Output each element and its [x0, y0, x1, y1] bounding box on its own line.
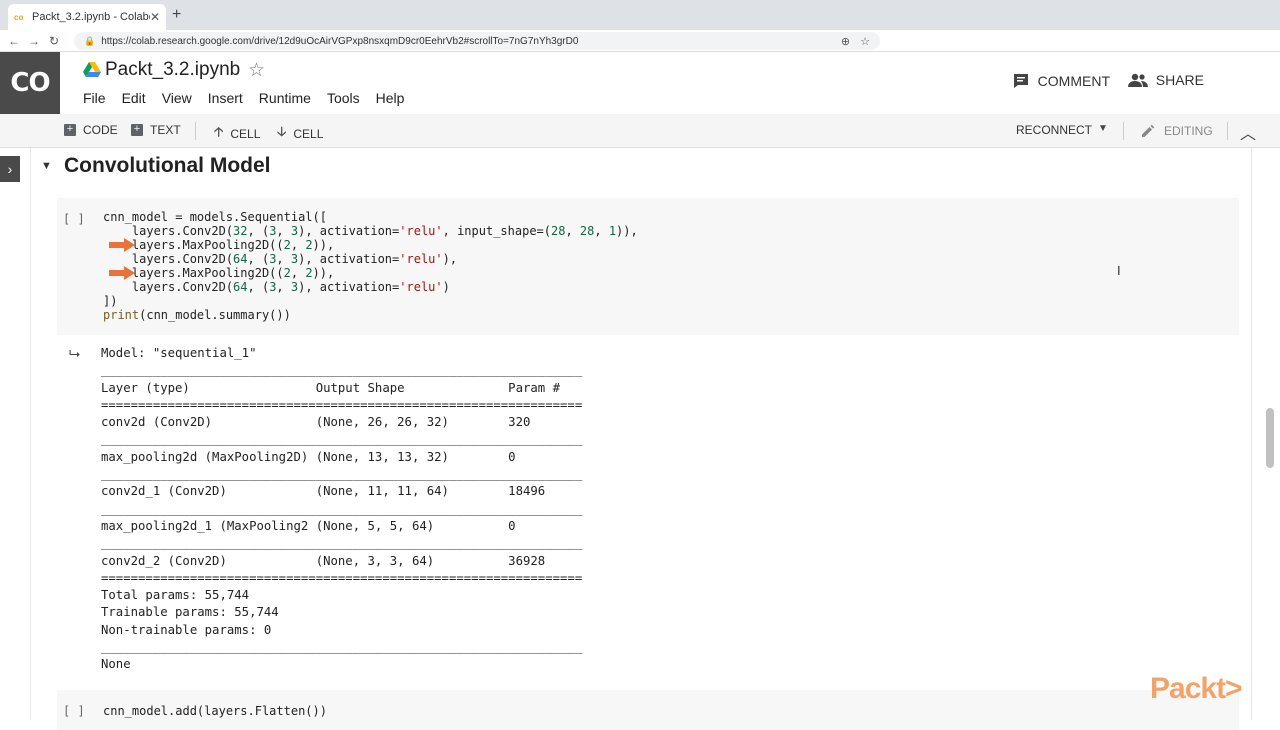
share-button[interactable]: SHARE: [1127, 72, 1204, 88]
packt-logo: Packt>: [1150, 672, 1243, 705]
add-code-button[interactable]: + CODE: [64, 123, 118, 137]
caret-down-icon[interactable]: ▼: [1098, 123, 1108, 134]
pencil-icon: [1142, 124, 1155, 137]
arrow-down-icon: 🡣: [277, 124, 287, 139]
output-clear-icon[interactable]: ⮡: [69, 345, 80, 362]
star-icon[interactable]: ☆: [248, 59, 265, 82]
colab-header: CO Packt_3.2.ipynb ☆ File Edit View Inse…: [0, 52, 1280, 114]
table-header: Layer (type) Output Shape Param #: [101, 380, 583, 395]
code-editor[interactable]: cnn_model = models.Sequential([ layers.C…: [103, 210, 638, 322]
address-bar: ← → ↻ 🔒 https://colab.research.google.co…: [0, 30, 1280, 52]
menu-edit[interactable]: Edit: [122, 90, 146, 106]
add-text-button[interactable]: + TEXT: [131, 123, 181, 137]
menu-runtime[interactable]: Runtime: [259, 90, 311, 106]
rule-line: ________________________________________…: [101, 501, 583, 516]
rule-line: ________________________________________…: [101, 536, 583, 551]
menu-tools[interactable]: Tools: [327, 90, 360, 106]
section-heading: Convolutional Model: [64, 154, 271, 177]
code-cell[interactable]: [ ] cnn_model.add(layers.Flatten()): [57, 690, 1239, 730]
colab-favicon-icon: co: [14, 12, 24, 22]
annotation-arrow-icon: [109, 266, 135, 280]
people-icon: [1127, 73, 1148, 87]
browser-tab[interactable]: co Packt_3.2.ipynb - Colaboratory ✕: [8, 4, 166, 30]
return-value: None: [101, 657, 131, 672]
back-icon[interactable]: ←: [4, 34, 24, 48]
menu-help[interactable]: Help: [376, 90, 405, 106]
layer-row-2: conv2d_1 (Conv2D) (None, 11, 11, 64) 184…: [101, 484, 546, 499]
reconnect-button[interactable]: RECONNECT: [1016, 123, 1092, 137]
plus-icon: +: [64, 124, 76, 136]
zoom-icon[interactable]: ⊕: [841, 35, 850, 48]
add-text-label: TEXT: [150, 123, 181, 137]
notebook-title[interactable]: Packt_3.2.ipynb: [105, 59, 240, 81]
url-field[interactable]: 🔒 https://colab.research.google.com/driv…: [74, 32, 880, 50]
plus-icon: +: [131, 124, 143, 136]
comment-button[interactable]: COMMENT: [1012, 72, 1110, 90]
text-cursor-icon: I: [1117, 263, 1121, 278]
rule-line: ________________________________________…: [101, 467, 583, 482]
editing-label: EDITING: [1164, 124, 1213, 138]
rule-line: ________________________________________…: [101, 363, 583, 378]
layer-row-1: max_pooling2d (MaxPooling2D) (None, 13, …: [101, 449, 516, 464]
menu-insert[interactable]: Insert: [208, 90, 243, 106]
cell-output: Model: "sequential_1" __________________…: [101, 345, 582, 674]
lock-icon: 🔒: [84, 35, 96, 46]
cell-up-label: CELL: [230, 127, 261, 141]
layer-row-4: conv2d_2 (Conv2D) (None, 3, 3, 64) 36928: [101, 553, 546, 568]
trainable-params: Trainable params: 55,744: [101, 605, 279, 620]
reload-icon[interactable]: ↻: [44, 34, 64, 48]
code-editor[interactable]: cnn_model.add(layers.Flatten()): [103, 704, 327, 718]
scrollbar[interactable]: [1266, 408, 1274, 468]
forward-icon[interactable]: →: [24, 34, 44, 48]
browser-tabstrip: co Packt_3.2.ipynb - Colaboratory ✕ +: [0, 0, 1280, 30]
google-drive-icon: [83, 62, 101, 77]
notebook-toolbar: + CODE + TEXT 🡡 CELL 🡣 CELL RECONNECT ▼ …: [0, 114, 1280, 148]
total-params: Total params: 55,744: [101, 588, 250, 603]
move-cell-up-button[interactable]: 🡡 CELL: [214, 123, 260, 145]
menu-bar: File Edit View Insert Runtime Tools Help: [83, 90, 404, 106]
cell-down-label: CELL: [293, 127, 324, 141]
bookmark-star-icon[interactable]: ☆: [860, 35, 870, 48]
layer-row-0: conv2d (Conv2D) (None, 26, 26, 32) 320: [101, 415, 531, 430]
close-tab-icon[interactable]: ✕: [150, 10, 160, 24]
layer-row-3: max_pooling2d_1 (MaxPooling2 (None, 5, 5…: [101, 518, 516, 533]
non-trainable-params: Non-trainable params: 0: [101, 622, 272, 637]
eq-rule-line: ========================================…: [101, 397, 583, 412]
section-collapse-icon[interactable]: ▼: [41, 160, 52, 172]
toolbar-divider: [1227, 122, 1228, 140]
share-label: SHARE: [1155, 72, 1204, 88]
menu-file[interactable]: File: [83, 90, 106, 106]
run-cell-button[interactable]: [ ]: [63, 704, 85, 718]
toolbar-divider: [1123, 122, 1124, 140]
eq-rule-line: ========================================…: [101, 570, 583, 585]
tab-title: Packt_3.2.ipynb - Colaboratory: [32, 11, 150, 23]
comment-label: COMMENT: [1037, 73, 1110, 89]
url-text: https://colab.research.google.com/drive/…: [101, 35, 579, 47]
collapse-header-icon[interactable]: ︿: [1240, 120, 1256, 144]
move-cell-down-button[interactable]: 🡣 CELL: [277, 123, 323, 145]
comment-icon: [1013, 74, 1028, 88]
arrow-up-icon: 🡡: [214, 124, 224, 139]
model-name-line: Model: "sequential_1": [101, 346, 257, 360]
run-cell-button[interactable]: [ ]: [63, 212, 85, 226]
notebook-page: ▼ Convolutional Model [ ] cnn_model = mo…: [30, 148, 1252, 730]
editing-mode-button[interactable]: EDITING: [1140, 123, 1213, 139]
code-cell[interactable]: [ ] cnn_model = models.Sequential([ laye…: [57, 198, 1239, 335]
expand-sidebar-icon[interactable]: ›: [0, 156, 20, 182]
rule-line: ________________________________________…: [101, 432, 583, 447]
toolbar-divider: [195, 122, 196, 140]
add-code-label: CODE: [83, 123, 118, 137]
colab-logo[interactable]: CO: [0, 52, 60, 114]
menu-view[interactable]: View: [162, 90, 192, 106]
notebook-main: › ▼ Convolutional Model [ ] cnn_model = …: [0, 148, 1280, 730]
rule-line: ________________________________________…: [101, 640, 583, 655]
annotation-arrow-icon: [109, 238, 135, 252]
new-tab-button[interactable]: +: [172, 6, 181, 24]
